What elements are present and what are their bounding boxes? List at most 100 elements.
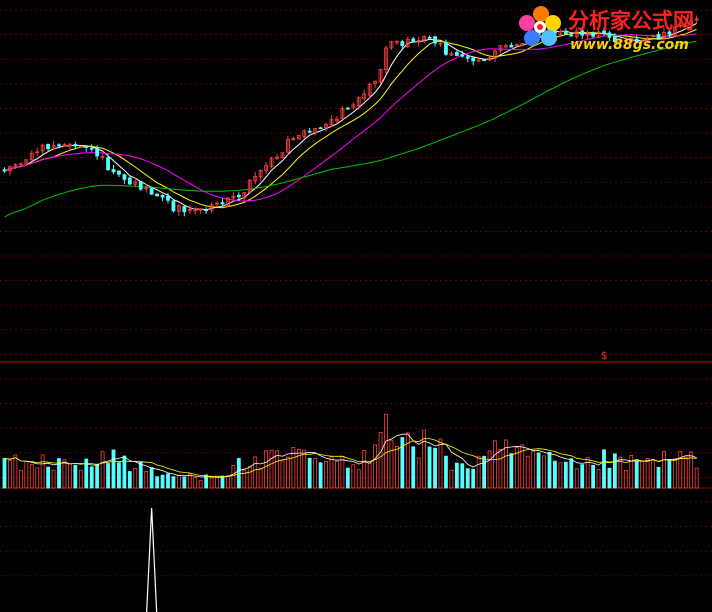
- candle-body: [138, 180, 143, 190]
- volume-bar: [367, 462, 372, 489]
- volume-bar: [329, 456, 334, 489]
- candle-body: [73, 143, 78, 147]
- volume-bar: [166, 473, 170, 489]
- volume-bar: [193, 477, 198, 489]
- volume-bar: [100, 451, 105, 489]
- candle-body: [591, 32, 595, 37]
- volume-bar: [416, 457, 421, 489]
- volume-bar: [389, 439, 394, 489]
- flower-logo-icon: [519, 6, 561, 46]
- volume-bar: [672, 458, 677, 489]
- candle-body: [149, 187, 154, 195]
- volume-bar: [574, 468, 579, 489]
- volume-bar: [405, 432, 410, 489]
- volume-bar: [487, 450, 492, 489]
- volume-bar: [2, 458, 7, 489]
- volume-bar: [285, 456, 290, 489]
- ma-line-ma10: [4, 28, 697, 209]
- volume-bar: [509, 453, 514, 489]
- candle-body: [106, 157, 110, 171]
- chart-grid: [0, 9, 712, 577]
- volume-bar: [384, 413, 388, 489]
- volume-bar: [525, 455, 530, 489]
- volume-bar: [18, 469, 23, 489]
- volume-bar: [220, 475, 225, 489]
- candle-body: [569, 34, 574, 37]
- volume-bar: [645, 458, 650, 489]
- candle-body: [166, 195, 170, 201]
- candle-body: [411, 38, 416, 43]
- brand-name: 分析家公式网: [568, 9, 694, 33]
- volume-bar: [144, 470, 149, 489]
- volume-bar: [182, 476, 187, 489]
- candle-body: [563, 32, 568, 35]
- volume-bar: [313, 458, 318, 489]
- volume-bar: [13, 454, 18, 489]
- volume-bar: [68, 463, 72, 489]
- volume-bar: [651, 460, 655, 489]
- volume-bar: [133, 467, 138, 489]
- volume-bar: [662, 451, 666, 489]
- candle-body: [220, 202, 225, 205]
- volume-bar: [449, 469, 454, 489]
- volume-bar: [498, 449, 503, 489]
- candle-body: [444, 41, 448, 55]
- volume-bar: [356, 469, 361, 489]
- volume-bar: [596, 469, 601, 489]
- volume-bar: [667, 459, 672, 489]
- candle-body: [471, 57, 476, 62]
- candle-body: [182, 206, 187, 213]
- watermark-logo: 分析家公式网 www.88gs.com: [519, 6, 694, 53]
- volume-bar: [73, 464, 78, 489]
- volume-bar: [623, 470, 628, 489]
- candle-body: [400, 41, 405, 46]
- volume-bar: [438, 438, 443, 489]
- volume-bar: [471, 468, 476, 489]
- brand-url: www.88gs.com: [570, 37, 689, 53]
- candle-body: [89, 147, 94, 150]
- candle-body: [122, 174, 127, 180]
- volume-bar: [454, 462, 459, 489]
- volume-bar: [215, 475, 219, 489]
- volume-bar: [694, 467, 699, 489]
- volume-bar: [553, 460, 557, 489]
- volume-bar: [95, 463, 100, 489]
- volume-bar: [264, 450, 269, 489]
- volume-bar: [324, 460, 328, 489]
- volume-bar: [198, 480, 203, 489]
- volume-bar: [160, 474, 165, 489]
- volume-bar: [24, 461, 29, 489]
- volume-bar: [62, 459, 67, 489]
- indicator-spike: [146, 507, 158, 612]
- candle-body: [318, 127, 323, 130]
- candle-body: [454, 52, 459, 56]
- candle-body: [111, 169, 116, 173]
- volume-bar: [340, 456, 345, 489]
- volume-bar: [8, 459, 12, 489]
- volume-bar: [591, 465, 595, 489]
- volume-bar: [547, 451, 552, 489]
- indicator-panel: [146, 507, 158, 612]
- volume-bar: [476, 455, 481, 489]
- volume-bar: [138, 461, 143, 489]
- volume-bar: [580, 464, 585, 489]
- volume-bar: [444, 455, 448, 489]
- volume-bar: [51, 469, 56, 489]
- volume-bar: [607, 467, 612, 489]
- volume-bar: [269, 449, 274, 489]
- volume-bar: [149, 467, 154, 489]
- candle-body: [236, 194, 241, 198]
- candle-body: [482, 59, 487, 62]
- candle-body: [465, 56, 470, 59]
- volume-bar: [280, 460, 285, 489]
- volume-bar: [35, 467, 40, 489]
- signal-marker: $: [601, 349, 608, 362]
- candle-body: [160, 194, 165, 198]
- volume-bar: [351, 464, 356, 489]
- candle-body: [57, 144, 61, 147]
- volume-bar: [433, 447, 437, 489]
- volume-bar: [465, 468, 470, 489]
- volume-bar: [362, 450, 367, 489]
- volume-bar: [171, 476, 176, 489]
- volume-bar: [40, 454, 45, 489]
